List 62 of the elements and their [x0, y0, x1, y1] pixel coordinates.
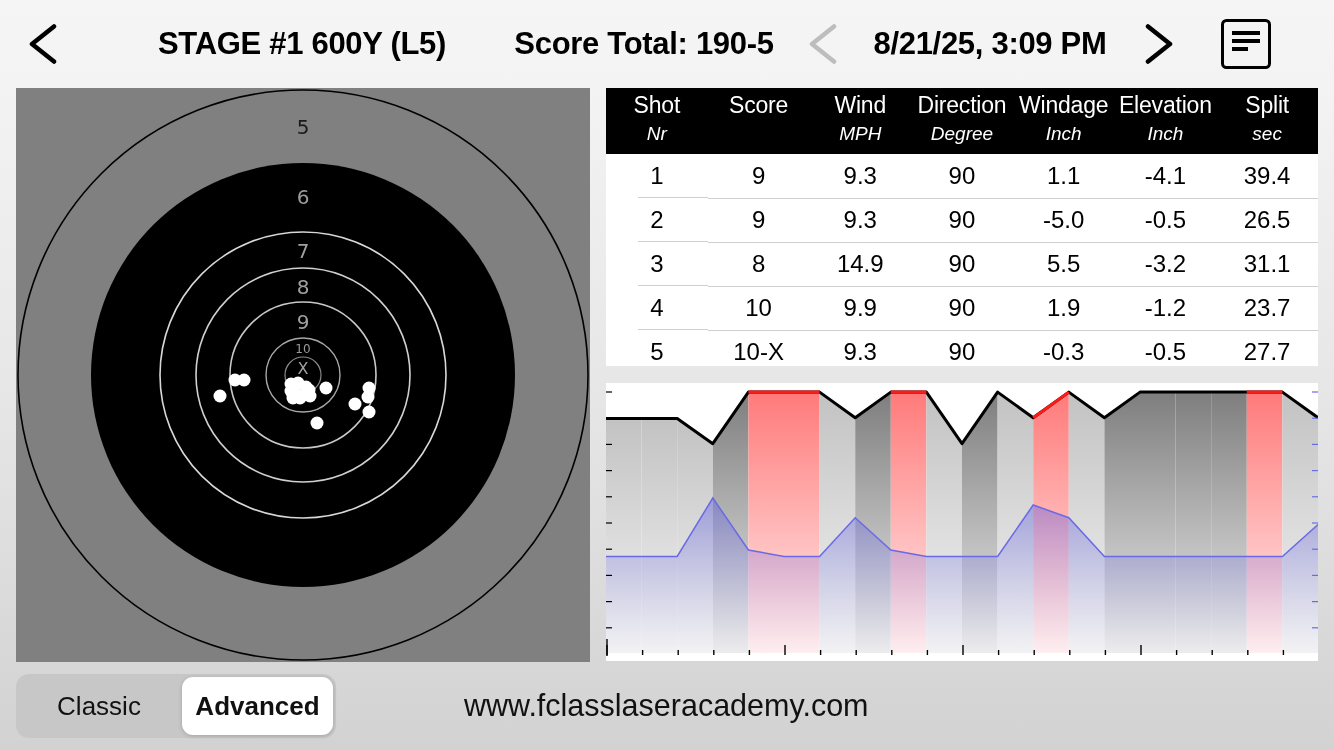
- table-cell: 9.3: [809, 198, 912, 242]
- document-lines-icon: [1221, 19, 1271, 69]
- column-title: Elevation: [1117, 92, 1213, 119]
- table-cell: -0.5: [1114, 198, 1217, 242]
- column-unit: MPH: [838, 123, 883, 145]
- column-unit: Degree: [929, 123, 995, 145]
- website-url: www.fclasslaseracademy.com: [464, 687, 869, 725]
- table-cell: 31.1: [1216, 242, 1318, 286]
- table-cell: 27.7: [1216, 330, 1318, 366]
- column-unit: Nr: [645, 123, 669, 145]
- table-cell: -5.0: [1012, 198, 1115, 242]
- chevron-right-icon: [1145, 24, 1173, 64]
- table-cell: 8: [707, 242, 810, 286]
- table-cell: 1: [606, 154, 708, 198]
- column-unit: Inch: [1146, 123, 1185, 145]
- notes-button[interactable]: [1221, 19, 1271, 69]
- segment-tab[interactable]: Classic: [19, 677, 179, 735]
- ring-number: X: [297, 359, 309, 378]
- ring-number: 10: [295, 342, 311, 356]
- table-cell: 9.3: [809, 330, 912, 366]
- table-cell: 14.9: [809, 242, 912, 286]
- session-date: 8/21/25, 3:09 PM: [872, 24, 1108, 63]
- table-cell: 90: [911, 242, 1013, 286]
- table-cell: 1.9: [1012, 286, 1115, 330]
- chevron-left-icon: [809, 24, 837, 64]
- table-cell: 26.5: [1216, 198, 1318, 242]
- segment-tab[interactable]: Advanced: [182, 677, 333, 735]
- table-cell: -0.5: [1114, 330, 1217, 366]
- table-cell: 5.5: [1012, 242, 1115, 286]
- table-cell: 90: [911, 198, 1013, 242]
- table-cell: -3.2: [1114, 242, 1217, 286]
- table-cell: -1.2: [1114, 286, 1217, 330]
- chevron-left-icon: [29, 24, 57, 64]
- column-unit: sec: [1251, 123, 1283, 145]
- table-cell: 90: [911, 154, 1013, 198]
- column-title: Split: [1244, 92, 1290, 119]
- table-cell: 23.7: [1216, 286, 1318, 330]
- ring-number: 7: [296, 239, 310, 263]
- column-title: Windage: [1017, 92, 1110, 119]
- table-cell: -0.3: [1012, 330, 1115, 366]
- column-title: Direction: [916, 92, 1008, 119]
- table-cell: 9.3: [809, 154, 912, 198]
- table-cell: 9: [707, 154, 810, 198]
- table-cell: 10: [707, 286, 810, 330]
- table-cell: 90: [911, 286, 1013, 330]
- column-title: Shot: [632, 92, 682, 119]
- ring-number: 5: [296, 115, 310, 139]
- stage-title: STAGE #1 600Y (L5): [156, 24, 448, 63]
- table-cell: 9: [707, 198, 810, 242]
- table-cell: 1.1: [1012, 154, 1115, 198]
- column-unit: Inch: [1044, 123, 1083, 145]
- table-cell: -4.1: [1114, 154, 1217, 198]
- score-total: Score Total: 190-5: [513, 24, 775, 63]
- column-title: Score: [728, 92, 790, 119]
- ring-number: 9: [296, 310, 310, 334]
- ring-number: 8: [296, 275, 310, 299]
- table-cell: 90: [911, 330, 1013, 366]
- table-cell: 39.4: [1216, 154, 1318, 198]
- column-title: Wind: [833, 92, 888, 119]
- ring-number: 6: [296, 185, 310, 209]
- table-cell: 10-X: [707, 330, 810, 366]
- table-cell: 9.9: [809, 286, 912, 330]
